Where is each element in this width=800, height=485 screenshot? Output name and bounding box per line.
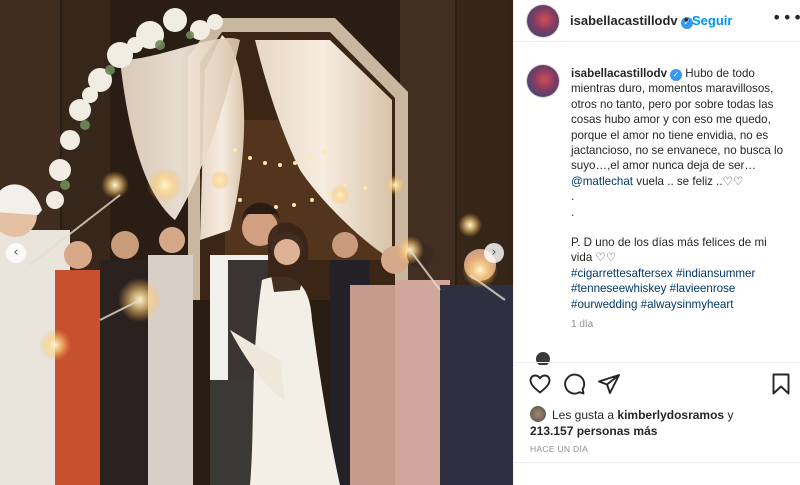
caption-timestamp[interactable]: 1 día [571, 319, 593, 330]
hashtag-link[interactable]: #indiansummer [676, 267, 755, 280]
heart-icon[interactable] [528, 372, 552, 396]
likes-count[interactable]: 213.157 personas más [530, 424, 657, 438]
caption-line: otros no tanto, pero por sobre todas las [571, 97, 774, 111]
follow-button[interactable]: Seguir [692, 13, 732, 28]
bookmark-icon[interactable] [769, 372, 793, 396]
post-date[interactable]: HACE UN DÍA [530, 444, 588, 454]
caption-dot: . [571, 190, 575, 204]
post-photo[interactable]: ‹ › [0, 0, 513, 485]
caption-pd-line: P. D uno de los días más felices de mi [571, 236, 767, 250]
caption-dot: . [571, 205, 575, 219]
caption-line: porque el amor no tiene envidia, no es [571, 128, 769, 142]
more-options-icon[interactable]: ••• [772, 8, 800, 27]
caption-line: cosas hubo amor y con eso me quedo, [571, 113, 771, 127]
post-header: isabellacastillodv✓ • Seguir ••• [514, 0, 800, 42]
caption-pd-line: vida ♡♡ [571, 251, 617, 265]
caption-text: isabellacastillodv ✓ Hubo de todo mientra… [571, 66, 797, 312]
hashtag-link[interactable]: #lavieenrose [670, 282, 736, 295]
caption-author-avatar[interactable] [527, 65, 559, 97]
action-bar [514, 362, 800, 402]
caption-line: jactancioso, no se envanece, no busca lo [571, 144, 784, 158]
caption-line-1: isabellacastillodv ✓ Hubo de todo [571, 66, 797, 81]
caption-first-words: Hubo de todo [685, 67, 755, 80]
liker-avatar[interactable] [530, 406, 546, 422]
hashtag-link[interactable]: #cigarrettesaftersex [571, 267, 673, 280]
hashtag-line: #cigarrettesaftersex #indiansummer [571, 266, 797, 281]
hashtag-line: #tenneseewhiskey #lavieenrose [571, 281, 797, 296]
caption-username[interactable]: isabellacastillodv [571, 67, 667, 80]
wedding-scene [0, 0, 513, 485]
author-avatar[interactable] [527, 5, 559, 37]
likes-prefix: Les gusta a [552, 408, 615, 422]
hashtag-link[interactable]: #ourwedding [571, 298, 637, 311]
mention-link[interactable]: @matlechat [571, 175, 633, 188]
caption-section: isabellacastillodv ✓ Hubo de todo mientra… [514, 55, 800, 365]
caption-line: mientras duro, momentos maravillosos, [571, 82, 774, 96]
author-username-text[interactable]: isabellacastillodv [570, 13, 678, 28]
follow-separator: • [684, 12, 689, 27]
caption-verified-badge-icon: ✓ [670, 69, 683, 81]
author-username[interactable]: isabellacastillodv ✓ [570, 13, 693, 29]
hashtag-link[interactable]: #tenneseewhiskey [571, 282, 666, 295]
next-photo-button[interactable]: › [484, 243, 504, 263]
comment-icon[interactable] [562, 372, 586, 396]
caption-mention-line: @matlechat vuela .. se feliz ..♡♡ [571, 174, 797, 189]
share-icon[interactable] [597, 372, 621, 396]
likes-joiner: y [727, 408, 734, 422]
liker-username[interactable]: kimberlydosramos [617, 408, 724, 422]
caption-line: suyo…,el amor nunca deja de ser… [571, 159, 756, 173]
comment-input-area[interactable] [514, 462, 800, 485]
previous-photo-button[interactable]: ‹ [6, 243, 26, 263]
hashtag-line: #ourwedding #alwaysinmyheart [571, 297, 797, 312]
mention-rest: vuela .. se feliz ..♡♡ [636, 174, 744, 188]
hashtag-link[interactable]: #alwaysinmyheart [641, 298, 734, 311]
likes-summary: Les gusta a kimberlydosramos y 213.157 p… [530, 406, 790, 439]
post-side-panel: isabellacastillodv✓ • Seguir ••• isabell… [513, 0, 800, 485]
